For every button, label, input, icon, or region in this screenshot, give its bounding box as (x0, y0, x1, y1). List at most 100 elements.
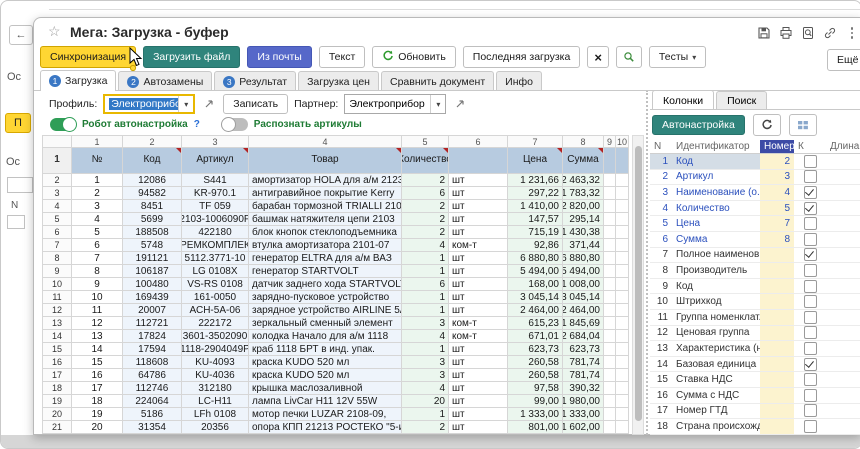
grid-cell[interactable]: 2 (72, 187, 123, 200)
grid-cell[interactable]: 623,73 (563, 343, 604, 356)
grid-cell[interactable]: 222172 (182, 317, 249, 330)
row-number-cell[interactable]: 12 (42, 304, 72, 317)
open-link-icon[interactable] (452, 95, 468, 113)
row-number-cell[interactable]: 5 (42, 213, 72, 226)
grid-cell[interactable]: краска KUDO 520 мл (249, 356, 402, 369)
row-number-cell[interactable]: 3 (42, 187, 72, 200)
tab-Загрузка[interactable]: 1Загрузка (40, 70, 116, 91)
grid-cell[interactable]: 801,00 (508, 421, 563, 434)
checkbox[interactable] (804, 170, 817, 183)
grid-cell[interactable]: 5 (72, 226, 123, 239)
load-file-button[interactable]: Загрузить файл (143, 46, 240, 68)
grid-cell[interactable]: ком-т (449, 239, 508, 252)
column-number-value-cell[interactable] (760, 263, 794, 278)
grid-cell[interactable] (616, 291, 629, 304)
grid-cell[interactable] (604, 421, 616, 434)
column-number-value-cell[interactable] (760, 372, 794, 387)
tab-Результат[interactable]: 3Результат (214, 71, 296, 91)
column-check-cell[interactable] (794, 263, 826, 278)
grid-cell[interactable]: KR-970.1 (182, 187, 249, 200)
grid-cell[interactable] (616, 213, 629, 226)
grid-cell[interactable]: 100480 (123, 278, 182, 291)
grid-cell[interactable]: шт (449, 343, 508, 356)
grid-cell[interactable]: 3 (72, 200, 123, 213)
grid-cell[interactable]: 168,00 (508, 278, 563, 291)
grid-cell[interactable]: VS-RS 0108 (182, 278, 249, 291)
grid-cell[interactable] (616, 317, 629, 330)
save-profile-button[interactable]: Записать (223, 94, 288, 114)
column-number-cell[interactable]: 8 (563, 135, 604, 148)
grid-cell[interactable]: 781,74 (563, 369, 604, 382)
grid-cell[interactable]: 12086 (123, 174, 182, 187)
refresh-button[interactable] (753, 114, 781, 136)
grid-cell[interactable]: S441 (182, 174, 249, 187)
column-number-value-cell[interactable]: 3 (760, 170, 794, 185)
grid-cell[interactable]: генератор ELTRA для а/м ВАЗ (249, 252, 402, 265)
grid-cell[interactable]: 1 (402, 304, 449, 317)
recognize-articles-toggle[interactable] (222, 118, 248, 131)
grid-cell[interactable]: 9 (72, 278, 123, 291)
column-length-cell[interactable] (826, 248, 860, 263)
grid-cell[interactable]: 1 845,69 (563, 317, 604, 330)
grid-header-cell[interactable]: Сумма (563, 148, 604, 174)
grid-cell[interactable]: LFh 0108 (182, 408, 249, 421)
column-identifier-cell[interactable]: Базовая единица (672, 357, 760, 372)
column-identifier-cell[interactable]: Группа номенклат... (672, 310, 760, 325)
grid-cell[interactable] (604, 291, 616, 304)
column-number-value-cell[interactable] (760, 326, 794, 341)
grid-cell[interactable]: 623,73 (508, 343, 563, 356)
checkbox[interactable] (804, 264, 817, 277)
row-number-cell[interactable]: 17 (42, 369, 72, 382)
grid-cell[interactable]: АСН-5А-06 (182, 304, 249, 317)
row-number-cell[interactable]: 16 (42, 356, 72, 369)
column-check-cell[interactable] (794, 294, 826, 309)
column-number-value-cell[interactable]: 7 (760, 216, 794, 231)
row-number-cell[interactable]: 4 (42, 200, 72, 213)
grid-cell[interactable]: 112721 (123, 317, 182, 330)
grid-cell[interactable]: 1 008,00 (563, 278, 604, 291)
table-grid-icon[interactable] (789, 114, 817, 136)
preview-icon[interactable] (801, 26, 815, 40)
grid-cell[interactable]: 5112.3771-10 (182, 252, 249, 265)
grid-cell[interactable]: 31354 (123, 421, 182, 434)
grid-header-cell[interactable]: Цена (508, 148, 563, 174)
grid-cell[interactable]: KU-4036 (182, 369, 249, 382)
grid-cell[interactable]: шт (449, 408, 508, 421)
grid-cell[interactable]: 6 880,80 (563, 252, 604, 265)
tab-Инфо[interactable]: Инфо (496, 71, 542, 91)
column-number-value-cell[interactable] (760, 357, 794, 372)
column-identifier-cell[interactable]: Характеристика (н... (672, 341, 760, 356)
grid-cell[interactable]: 20356 (182, 421, 249, 434)
grid-cell[interactable]: датчик заднего хода STARTVOLT (249, 278, 402, 291)
grid-cell[interactable]: 1 (402, 252, 449, 265)
grid-cell[interactable]: 312180 (182, 382, 249, 395)
columns-row[interactable]: 13Характеристика (н... (650, 341, 860, 357)
grid-cell[interactable]: 99,00 (508, 395, 563, 408)
column-number-cell[interactable]: 1 (72, 135, 123, 148)
grid-cell[interactable]: 5 494,00 (508, 265, 563, 278)
columns-row[interactable]: 9Код (650, 279, 860, 295)
grid-cell[interactable] (616, 369, 629, 382)
grid-cell[interactable] (616, 356, 629, 369)
grid-cell[interactable]: 17 (72, 382, 123, 395)
grid-cell[interactable]: втулка амортизатора 2101-07 (249, 239, 402, 252)
background-yellow-button[interactable]: П (5, 113, 31, 133)
chevron-down-icon[interactable]: ▾ (178, 96, 193, 112)
grid-cell[interactable]: 17594 (123, 343, 182, 356)
grid-cell[interactable]: шт (449, 304, 508, 317)
grid-cell[interactable]: генератор STARTVOLT (249, 265, 402, 278)
grid-cell[interactable]: мотор печки LUZAR 2108-09, (249, 408, 402, 421)
grid-cell[interactable]: 2 (402, 200, 449, 213)
grid-cell[interactable]: 1 602,00 (563, 421, 604, 434)
column-number-value-cell[interactable] (760, 404, 794, 419)
grid-cell[interactable]: 92,86 (508, 239, 563, 252)
column-length-cell[interactable] (826, 357, 860, 372)
grid-cell[interactable]: 161-0050 (182, 291, 249, 304)
grid-cell[interactable] (616, 343, 629, 356)
grid-cell[interactable]: 2 (402, 226, 449, 239)
grid-cell[interactable]: 3 045,14 (563, 291, 604, 304)
grid-cell[interactable]: 4 (402, 330, 449, 343)
column-number-value-cell[interactable] (760, 388, 794, 403)
column-check-cell[interactable] (794, 201, 826, 216)
grid-cell[interactable] (616, 187, 629, 200)
